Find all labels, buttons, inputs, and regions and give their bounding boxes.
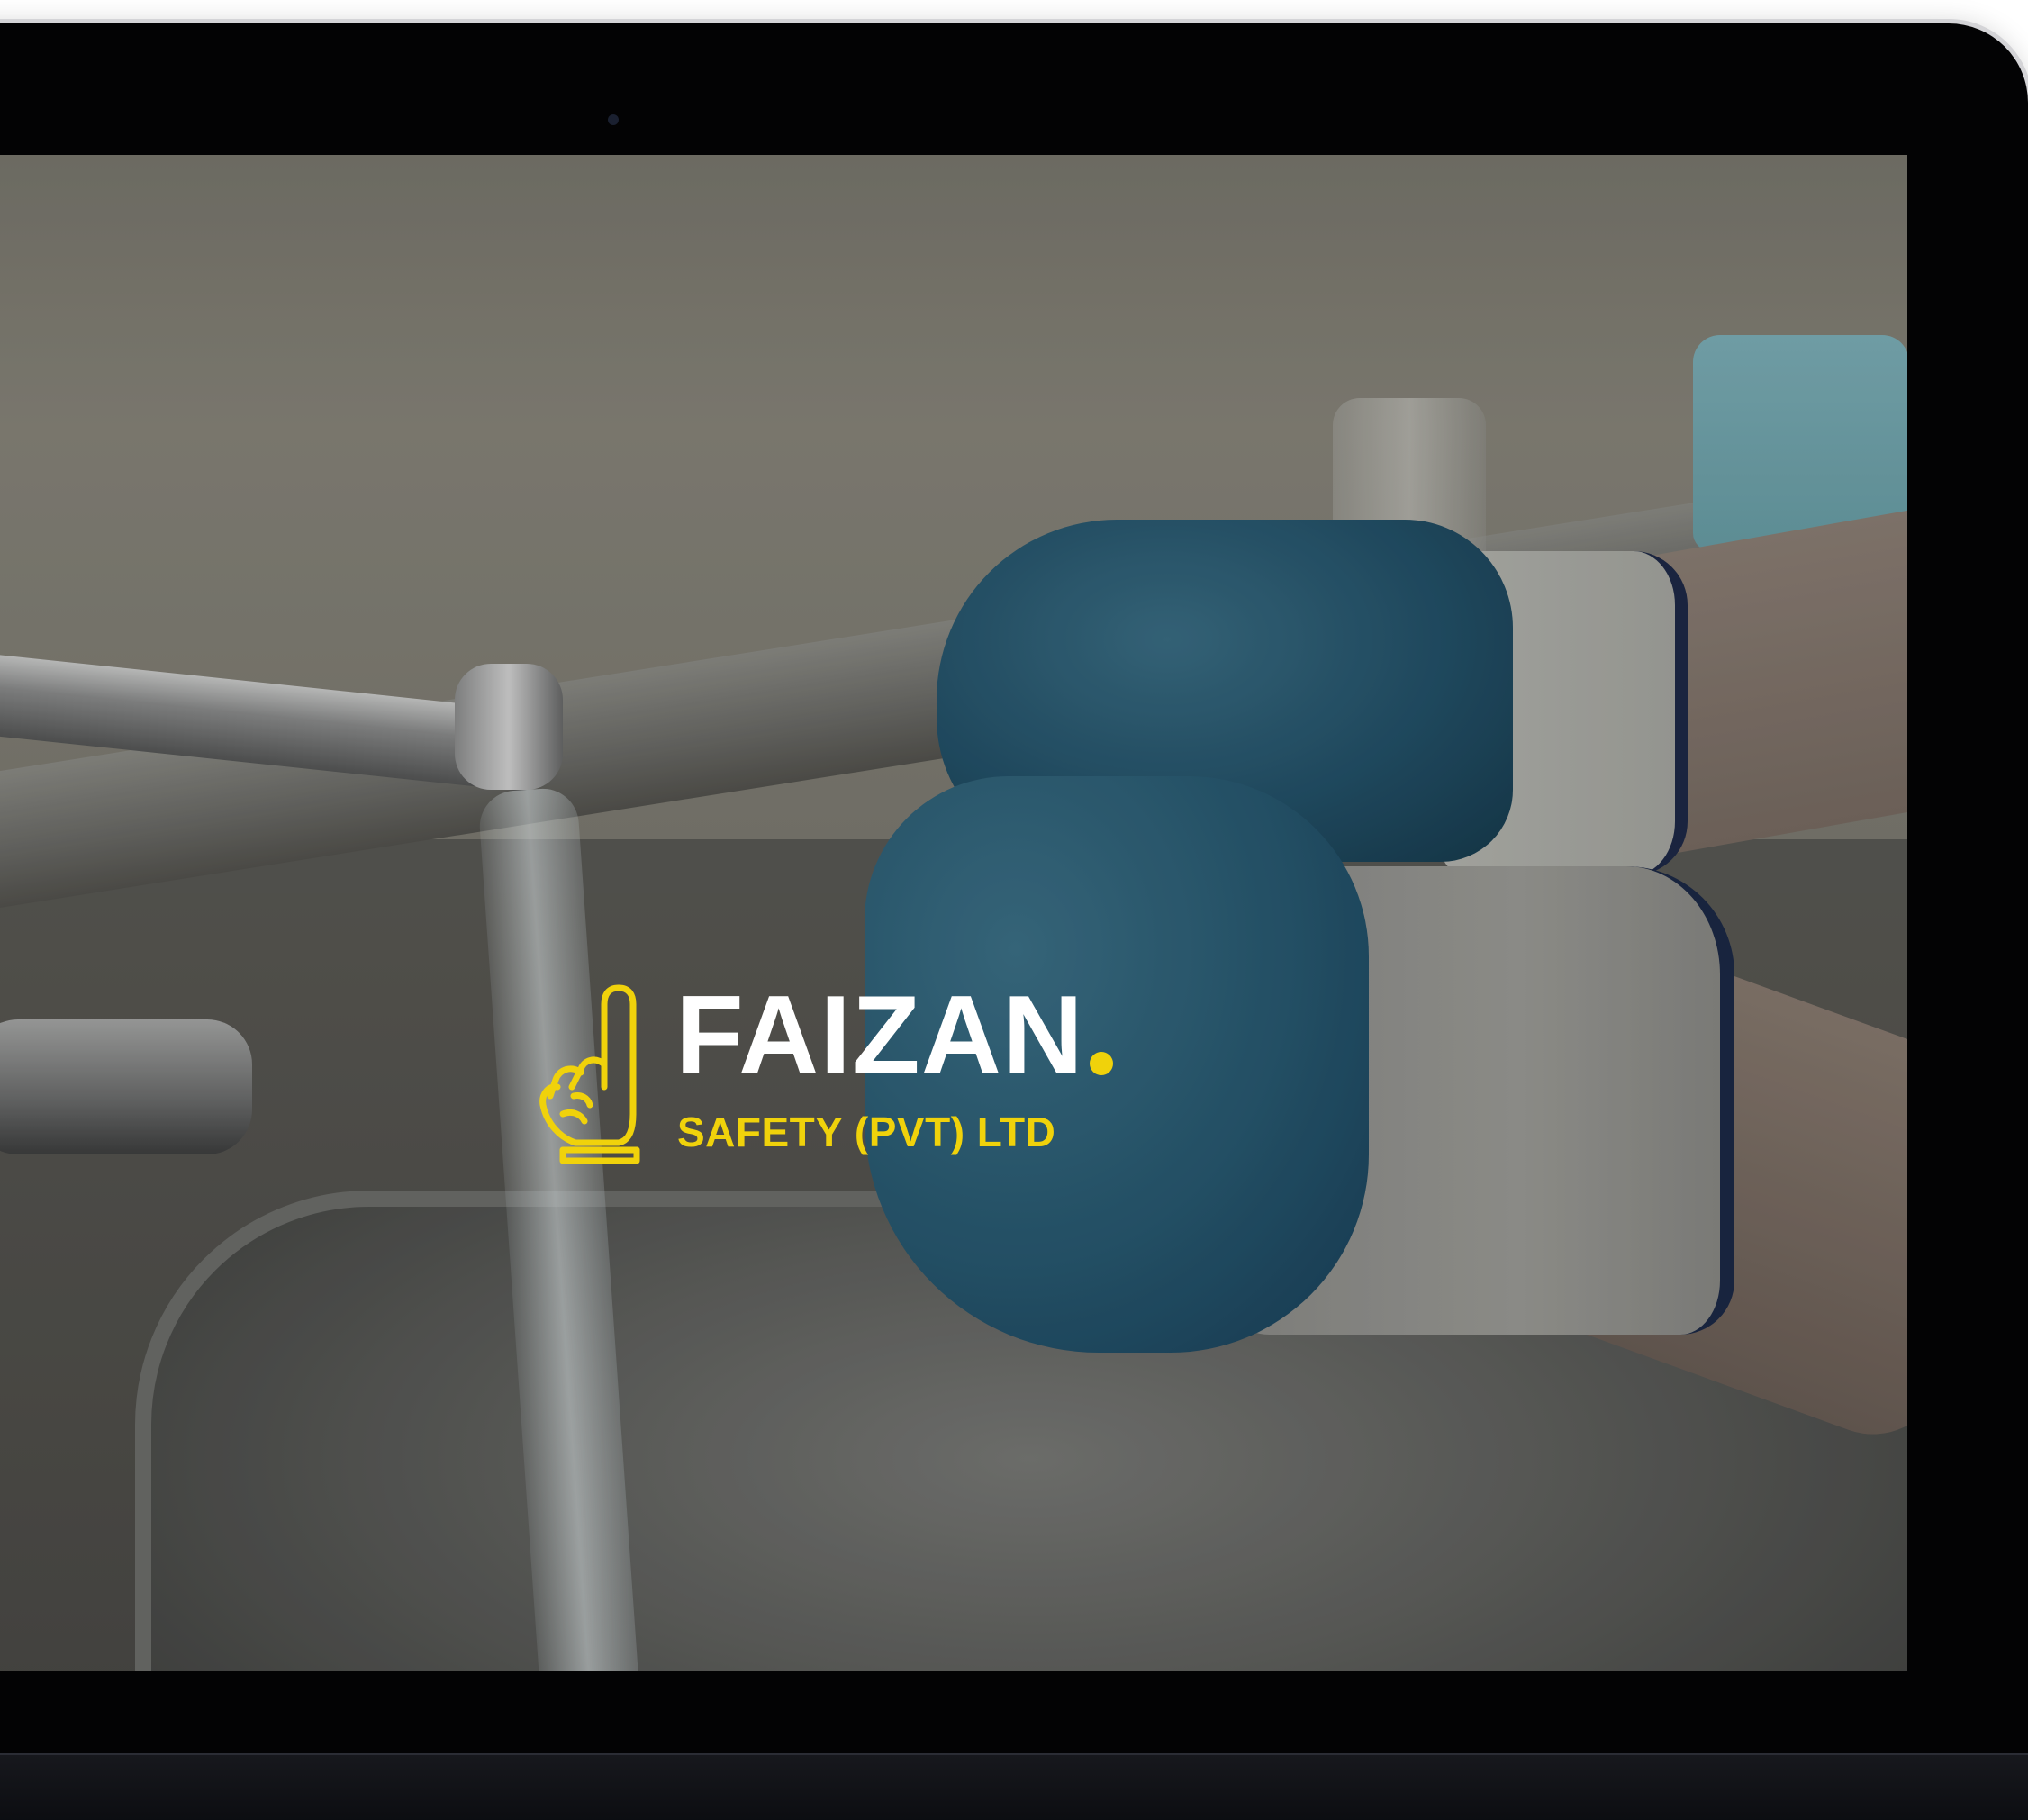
laptop-base (0, 1753, 2028, 1820)
brand-logo[interactable]: FAIZAN SAFETY (PVT) LTD (536, 974, 1130, 1173)
brand-name: FAIZAN (675, 973, 1084, 1098)
pointing-hand-icon (539, 984, 640, 1164)
photo-dark-overlay (0, 155, 1907, 1671)
hero-background-photo (0, 155, 1907, 1671)
brand-dot (1089, 1052, 1113, 1075)
page: FAIZAN SAFETY (PVT) LTD (0, 0, 2028, 1820)
brand-wordmark: FAIZAN (675, 974, 1113, 1091)
brand-tagline: SAFETY (PVT) LTD (677, 1109, 1056, 1155)
webcam-dot (608, 114, 619, 125)
laptop-screen: FAIZAN SAFETY (PVT) LTD (0, 155, 1907, 1671)
